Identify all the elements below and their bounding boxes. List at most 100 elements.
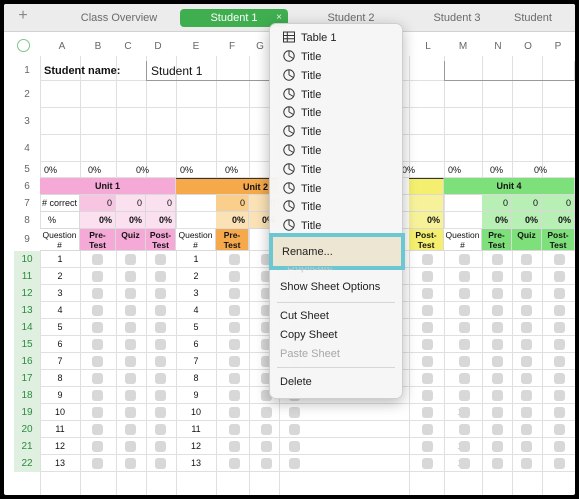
- menu-item-chart[interactable]: Title: [283, 124, 321, 140]
- checkbox[interactable]: [422, 424, 433, 435]
- checkbox[interactable]: [125, 458, 136, 469]
- checkbox[interactable]: [229, 322, 240, 333]
- checkbox[interactable]: [229, 339, 240, 350]
- column-header[interactable]: C: [118, 40, 138, 54]
- menu-item-chart[interactable]: Title: [283, 87, 321, 103]
- checkbox[interactable]: [229, 254, 240, 265]
- row-header[interactable]: 3: [14, 108, 40, 135]
- row-header[interactable]: 7: [14, 195, 40, 212]
- menu-item-delete[interactable]: Delete: [280, 374, 312, 390]
- checkbox[interactable]: [521, 271, 532, 282]
- checkbox[interactable]: [459, 305, 470, 316]
- menu-item-table[interactable]: Table 1: [283, 30, 336, 46]
- checkbox[interactable]: [92, 322, 103, 333]
- checkbox[interactable]: [229, 356, 240, 367]
- checkbox[interactable]: [492, 458, 503, 469]
- checkbox[interactable]: [125, 322, 136, 333]
- checkbox[interactable]: [492, 356, 503, 367]
- checkbox[interactable]: [422, 441, 433, 452]
- checkbox[interactable]: [422, 288, 433, 299]
- checkbox[interactable]: [521, 288, 532, 299]
- column-header[interactable]: E: [186, 40, 206, 54]
- row-header[interactable]: 1: [14, 61, 40, 81]
- checkbox[interactable]: [289, 424, 300, 435]
- checkbox[interactable]: [459, 424, 470, 435]
- checkbox[interactable]: [459, 458, 470, 469]
- checkbox[interactable]: [492, 322, 503, 333]
- checkbox[interactable]: [92, 424, 103, 435]
- checkbox[interactable]: [492, 339, 503, 350]
- menu-item-show-sheet-options[interactable]: Show Sheet Options: [280, 279, 380, 295]
- row-header[interactable]: 10: [14, 251, 40, 268]
- row-header[interactable]: 16: [14, 353, 40, 370]
- menu-item-duplicate[interactable]: Duplicate: [287, 267, 333, 273]
- checkbox[interactable]: [422, 390, 433, 401]
- checkbox[interactable]: [521, 322, 532, 333]
- checkbox[interactable]: [459, 356, 470, 367]
- row-header[interactable]: 2: [14, 81, 40, 108]
- checkbox[interactable]: [459, 254, 470, 265]
- checkbox[interactable]: [492, 373, 503, 384]
- column-header[interactable]: G: [250, 40, 270, 54]
- checkbox[interactable]: [554, 254, 565, 265]
- row-header[interactable]: 11: [14, 268, 40, 285]
- checkbox[interactable]: [521, 356, 532, 367]
- checkbox[interactable]: [155, 288, 166, 299]
- checkbox[interactable]: [521, 424, 532, 435]
- checkbox[interactable]: [155, 254, 166, 265]
- checkbox[interactable]: [125, 254, 136, 265]
- checkbox[interactable]: [521, 458, 532, 469]
- checkbox[interactable]: [422, 458, 433, 469]
- tab-student-3[interactable]: Student 3: [402, 9, 512, 27]
- checkbox[interactable]: [422, 373, 433, 384]
- checkbox[interactable]: [521, 373, 532, 384]
- checkbox[interactable]: [155, 339, 166, 350]
- checkbox[interactable]: [125, 373, 136, 384]
- tab-class-overview[interactable]: Class Overview: [59, 9, 179, 27]
- checkbox[interactable]: [459, 373, 470, 384]
- checkbox[interactable]: [92, 373, 103, 384]
- checkbox[interactable]: [422, 356, 433, 367]
- row-header[interactable]: 21: [14, 438, 40, 455]
- checkbox[interactable]: [261, 407, 272, 418]
- checkbox[interactable]: [521, 339, 532, 350]
- checkbox[interactable]: [492, 424, 503, 435]
- checkbox[interactable]: [92, 390, 103, 401]
- checkbox[interactable]: [125, 339, 136, 350]
- checkbox[interactable]: [155, 322, 166, 333]
- checkbox[interactable]: [521, 441, 532, 452]
- checkbox[interactable]: [422, 322, 433, 333]
- checkbox[interactable]: [422, 271, 433, 282]
- checkbox[interactable]: [92, 407, 103, 418]
- row-header[interactable]: 9: [14, 229, 40, 251]
- checkbox[interactable]: [492, 288, 503, 299]
- add-sheet-button[interactable]: +: [14, 7, 32, 25]
- checkbox[interactable]: [554, 390, 565, 401]
- checkbox[interactable]: [289, 441, 300, 452]
- checkbox[interactable]: [459, 441, 470, 452]
- checkbox[interactable]: [92, 458, 103, 469]
- row-header[interactable]: 18: [14, 387, 40, 404]
- select-all-icon[interactable]: [17, 39, 30, 52]
- column-header[interactable]: M: [453, 40, 473, 54]
- checkbox[interactable]: [155, 441, 166, 452]
- checkbox[interactable]: [289, 458, 300, 469]
- checkbox[interactable]: [229, 407, 240, 418]
- checkbox[interactable]: [554, 288, 565, 299]
- checkbox[interactable]: [492, 271, 503, 282]
- menu-item-chart[interactable]: Title: [283, 68, 321, 84]
- menu-item-rename[interactable]: Rename...: [282, 244, 333, 260]
- checkbox[interactable]: [155, 271, 166, 282]
- checkbox[interactable]: [261, 424, 272, 435]
- checkbox[interactable]: [125, 288, 136, 299]
- checkbox[interactable]: [92, 254, 103, 265]
- menu-item-chart[interactable]: Title: [283, 143, 321, 159]
- checkbox[interactable]: [92, 441, 103, 452]
- checkbox[interactable]: [155, 356, 166, 367]
- checkbox[interactable]: [492, 254, 503, 265]
- checkbox[interactable]: [521, 305, 532, 316]
- row-header[interactable]: 13: [14, 302, 40, 319]
- checkbox[interactable]: [521, 390, 532, 401]
- checkbox[interactable]: [554, 441, 565, 452]
- checkbox[interactable]: [459, 322, 470, 333]
